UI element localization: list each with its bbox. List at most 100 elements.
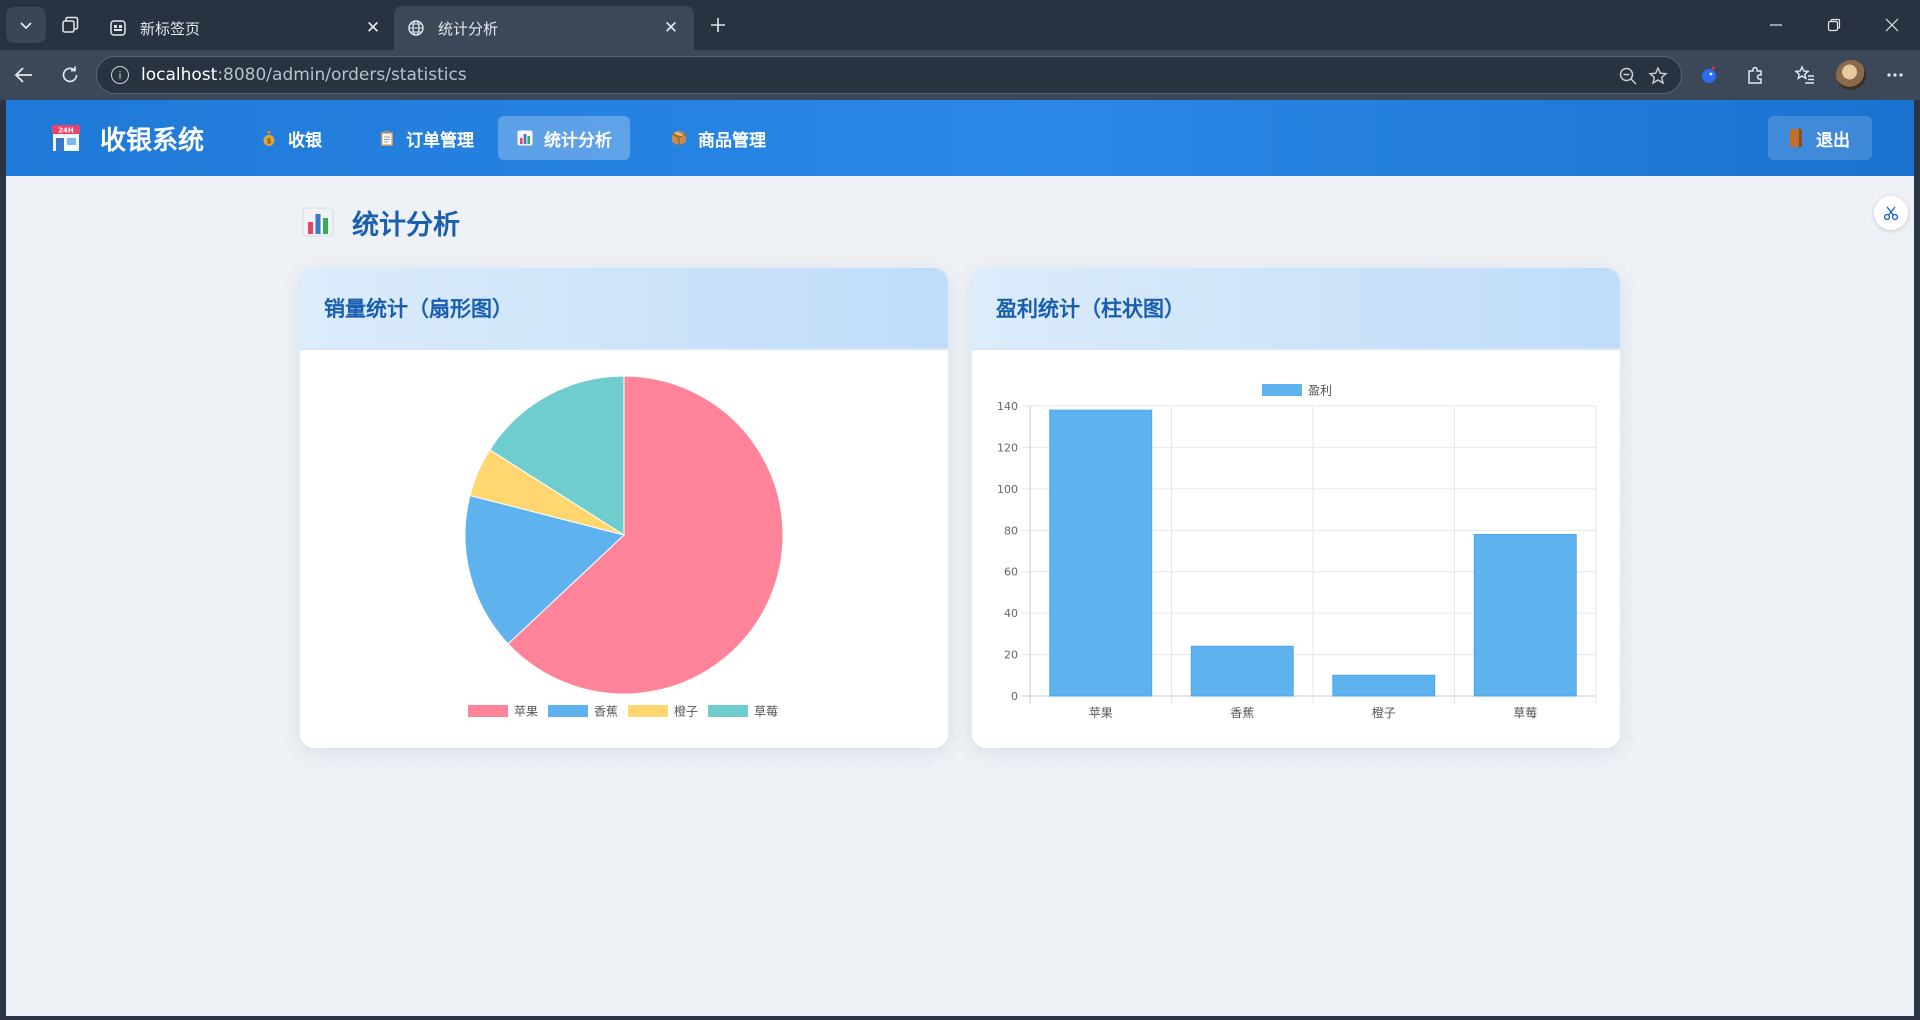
nav-item-orders[interactable]: 订单管理 [360, 116, 492, 160]
tab-new-tab[interactable]: 新标签页 ✕ [96, 6, 396, 50]
screenshot-tool-button[interactable] [1874, 196, 1908, 230]
money-bag-icon: $ [263, 131, 275, 146]
package-icon [671, 130, 687, 146]
svg-text:24H: 24H [58, 127, 74, 135]
store-24h-icon: 24H [50, 123, 82, 153]
close-icon[interactable]: ✕ [362, 17, 384, 39]
page-title-text: 统计分析 [352, 209, 460, 241]
bar[interactable] [1190, 645, 1294, 697]
zoom-out-icon[interactable] [1617, 65, 1639, 87]
close-icon [1885, 18, 1899, 32]
legend-label: 香蕉 [594, 705, 618, 719]
app-header: 24H 收银系统 $ 收银 订单管理 统计分析 商品管理 退出 [6, 100, 1914, 176]
workspaces-icon [62, 16, 79, 33]
url-path: :8080/admin/orders/statistics [217, 65, 467, 85]
nav-item-label: 订单管理 [406, 130, 474, 151]
workspaces-button[interactable] [50, 7, 90, 43]
legend-label: 橙子 [674, 704, 698, 719]
favorites-list-icon [1794, 65, 1814, 84]
extensions-button[interactable] [1740, 60, 1770, 90]
new-tab-button[interactable] [702, 10, 734, 40]
minimize-icon [1770, 24, 1782, 26]
card-body: 盈利 0 20 40 60 80 100 120 140 苹果 香蕉 橙子 草莓 [972, 350, 1620, 748]
bar[interactable] [1473, 533, 1577, 697]
y-tick-label: 140 [997, 400, 1018, 413]
legend-swatch [548, 705, 588, 717]
close-icon[interactable]: ✕ [660, 17, 682, 39]
door-icon [1790, 129, 1802, 147]
nav-item-label: 收银 [288, 130, 322, 151]
y-tick-label: 40 [1004, 607, 1018, 620]
extension-bird-icon [1702, 66, 1716, 83]
sales-pie-card: 销量统计（扇形图） 苹果 香蕉 橙子 草莓 [300, 268, 948, 748]
nav-item-label: 统计分析 [544, 130, 612, 151]
card-title: 盈利统计（柱状图） [996, 297, 1185, 321]
card-header: 盈利统计（柱状图） [972, 268, 1620, 350]
restore-button[interactable] [1814, 10, 1854, 40]
y-tick-label: 0 [1011, 690, 1018, 703]
favorite-star-icon[interactable] [1647, 65, 1669, 87]
y-tick-label: 20 [1004, 649, 1018, 662]
more-menu-button[interactable] [1880, 60, 1910, 90]
legend-swatch [1262, 384, 1302, 396]
page-title: 统计分析 [302, 204, 460, 241]
svg-text:$: $ [266, 137, 271, 146]
x-tick-label: 香蕉 [1230, 706, 1254, 720]
back-arrow-icon [14, 67, 32, 83]
legend-label: 苹果 [514, 705, 538, 719]
minimize-button[interactable] [1756, 10, 1796, 40]
legend-label: 盈利 [1308, 384, 1332, 398]
sales-pie-chart[interactable]: 苹果 香蕉 橙子 草莓 [300, 350, 948, 748]
legend-label: 草莓 [754, 705, 778, 719]
address-bar[interactable]: i localhost:8080/admin/orders/statistics [96, 56, 1682, 94]
brand[interactable]: 24H 收银系统 [50, 120, 204, 156]
new-tab-page-icon [108, 18, 128, 38]
x-tick-label: 草莓 [1513, 706, 1537, 720]
logout-label: 退出 [1816, 130, 1850, 151]
x-tick-label: 橙子 [1372, 705, 1396, 720]
extension-button[interactable] [1694, 60, 1724, 90]
tab-actions-button[interactable] [6, 7, 46, 43]
legend-swatch [708, 705, 748, 717]
browser-toolbar: i localhost:8080/admin/orders/statistics [0, 50, 1920, 100]
x-tick-label: 苹果 [1089, 706, 1113, 720]
tab-statistics[interactable]: 统计分析 ✕ [394, 6, 694, 50]
browser-tab-strip: 新标签页 ✕ 统计分析 ✕ [0, 0, 1920, 50]
bar[interactable] [1049, 409, 1153, 697]
puzzle-icon [1748, 66, 1762, 84]
chevron-down-icon [20, 22, 32, 30]
nav-item-cashier[interactable]: $ 收银 [242, 116, 340, 160]
favorites-button[interactable] [1790, 60, 1820, 90]
logout-button[interactable]: 退出 [1768, 116, 1872, 160]
nav-item-label: 商品管理 [698, 130, 766, 151]
tab-label: 统计分析 [438, 19, 499, 38]
profile-avatar[interactable] [1836, 60, 1866, 90]
card-header: 销量统计（扇形图） [300, 268, 948, 350]
card-body: 苹果 香蕉 橙子 草莓 [300, 350, 948, 748]
tab-label: 新标签页 [140, 19, 201, 38]
refresh-button[interactable] [54, 59, 86, 91]
plus-icon [711, 18, 725, 32]
globe-icon [406, 18, 426, 38]
more-dots-icon [1887, 73, 1903, 77]
scissors-icon [1883, 206, 1899, 221]
close-window-button[interactable] [1872, 10, 1912, 40]
page-viewport: 24H 收银系统 $ 收银 订单管理 统计分析 商品管理 退出 统计分析 销量统… [6, 100, 1914, 1016]
profit-bar-card: 盈利统计（柱状图） 盈利 0 20 40 60 80 100 120 140 苹果 香蕉 橙子 草莓 [972, 268, 1620, 748]
bar-chart-icon [302, 207, 334, 237]
bar-chart-icon [517, 130, 533, 146]
site-info-icon[interactable]: i [111, 66, 129, 84]
y-tick-label: 120 [997, 441, 1018, 454]
clipboard-icon [381, 130, 393, 146]
y-tick-label: 60 [1004, 566, 1018, 579]
profit-bar-chart[interactable]: 盈利 0 20 40 60 80 100 120 140 苹果 香蕉 橙子 草莓 [972, 350, 1620, 748]
bar[interactable] [1332, 674, 1436, 697]
nav-item-products[interactable]: 商品管理 [652, 116, 784, 160]
nav-item-statistics[interactable]: 统计分析 [498, 116, 630, 160]
restore-icon [1827, 18, 1841, 32]
refresh-icon [62, 66, 78, 83]
back-button[interactable] [8, 59, 40, 91]
legend-swatch [628, 705, 668, 717]
brand-name: 收银系统 [100, 125, 205, 156]
y-tick-label: 80 [1004, 524, 1018, 537]
